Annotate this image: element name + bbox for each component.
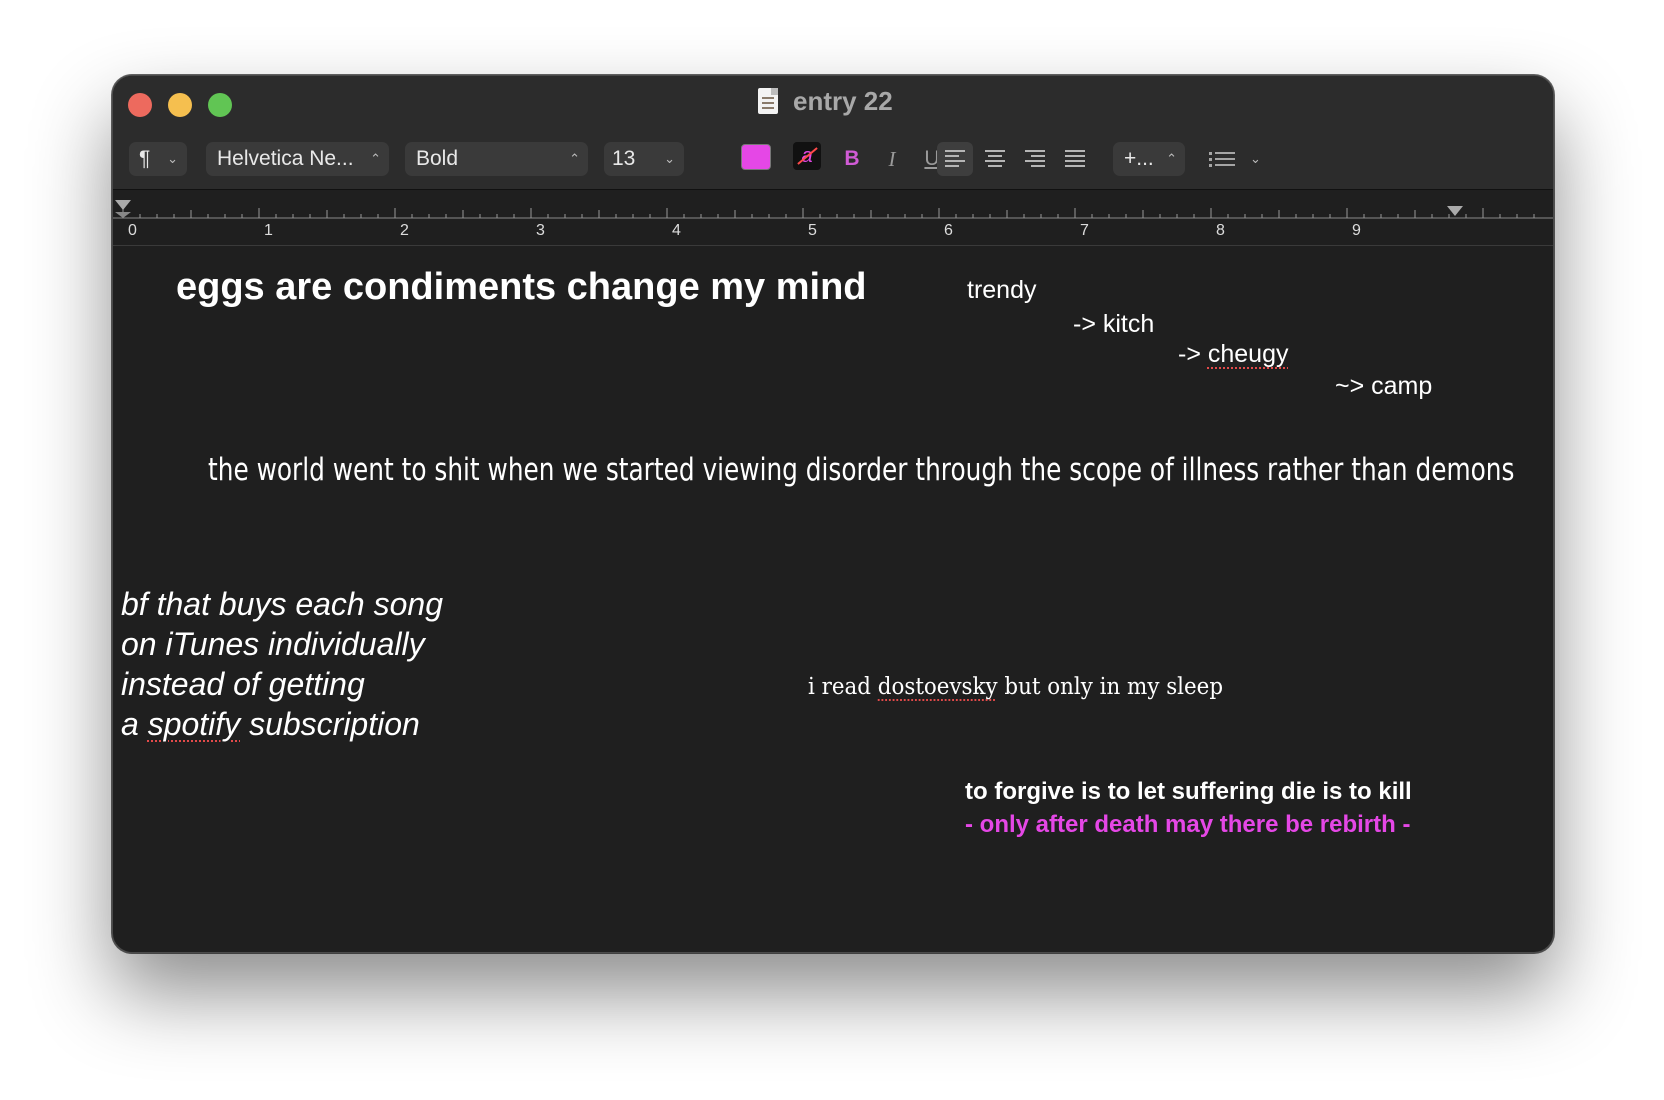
ruler-number: 9 [1352,222,1361,239]
misspelled-word: cheugy [1207,340,1289,368]
paragraph-icon: ¶ [139,147,151,170]
poem-line: instead of getting [121,666,365,702]
align-justify-button[interactable] [1057,142,1093,176]
chevron-down-icon: ⌄ [664,151,675,166]
chevron-down-icon: ⌄ [167,151,178,166]
up-down-arrows-icon: ⌃ [1166,151,1177,166]
window-title: entry 22 [793,86,893,116]
font-size-combo[interactable]: 13 ⌄ [604,142,684,176]
up-down-arrows-icon: ⌃ [370,151,381,166]
ruler[interactable]: 0 1 2 3 4 5 6 7 8 9 [113,190,1553,246]
trend-text-trendy: trendy [967,276,1037,304]
poem-line: bf that buys each song [121,586,443,622]
paragraph-styles-popup[interactable]: ¶ ⌄ [129,142,187,176]
line-spacing-popup[interactable]: +... ⌃ [1113,142,1185,176]
trend-text-camp: ~> camp [1335,372,1433,400]
trend-text-cheugy: -> cheugy [1178,340,1289,369]
text-span: but only in my sleep [997,674,1224,700]
text-color-well[interactable] [741,144,771,170]
ruler-number: 2 [400,222,409,239]
trend-text-kitch: -> kitch [1073,310,1155,338]
zoom-window-button[interactable] [208,93,232,117]
text-span: i read [808,674,878,700]
ruler-ticks [113,200,1553,219]
forgive-text: to forgive is to let suffering die is to… [965,778,1412,805]
ruler-number: 7 [1080,222,1089,239]
bold-button[interactable]: B [836,142,868,176]
align-right-button[interactable] [1017,142,1053,176]
document-icon [758,88,778,114]
font-family-value: Helvetica Ne... [217,147,354,170]
poem-word: a [121,706,148,742]
font-family-popup[interactable]: Helvetica Ne... ⌃ [206,142,389,176]
ruler-number: 6 [944,222,953,239]
dostoevsky-text: i read dostoevsky but only in my sleep [808,674,1223,700]
font-size-value: 13 [612,147,636,170]
list-bullets-popup[interactable]: ⌄ [1205,142,1275,176]
background-color-well[interactable]: a [793,142,821,170]
titlebar: entry 22 ¶ ⌄ Helvetica Ne... ⌃ Bold ⌃ 13… [113,76,1553,190]
poem-line: a spotify subscription [121,704,443,744]
align-center-button[interactable] [977,142,1013,176]
close-window-button[interactable] [128,93,152,117]
align-left-button[interactable] [937,142,973,176]
misspelled-word: spotify [147,706,241,742]
poem-block: bf that buys each song on iTunes individ… [121,584,443,744]
document-window: entry 22 ¶ ⌄ Helvetica Ne... ⌃ Bold ⌃ 13… [112,75,1554,953]
misspelled-word: dostoevsky [877,674,998,700]
minimize-window-button[interactable] [168,93,192,117]
world-line-text: the world went to shit when we started v… [208,452,1515,488]
poem-line: on iTunes individually [121,626,425,662]
ruler-number: 4 [672,222,681,239]
line-spacing-value: +... [1124,147,1154,170]
rebirth-text: - only after death may there be rebirth … [965,811,1411,838]
ruler-number: 0 [128,222,137,239]
text-editor-area[interactable]: eggs are condiments change my mind trend… [113,246,1553,952]
font-style-value: Bold [416,147,459,170]
heading-text: eggs are condiments change my mind [176,266,867,308]
ruler-number: 1 [264,222,273,239]
italic-button[interactable]: I [876,142,908,176]
ruler-number: 5 [808,222,817,239]
up-down-arrows-icon: ⌃ [569,151,580,166]
chevron-down-icon: ⌄ [1250,151,1261,166]
ruler-number: 3 [536,222,545,239]
font-style-popup[interactable]: Bold ⌃ [405,142,588,176]
ruler-number: 8 [1216,222,1225,239]
poem-word: subscription [240,706,420,742]
arrow-prefix: -> [1178,340,1208,368]
